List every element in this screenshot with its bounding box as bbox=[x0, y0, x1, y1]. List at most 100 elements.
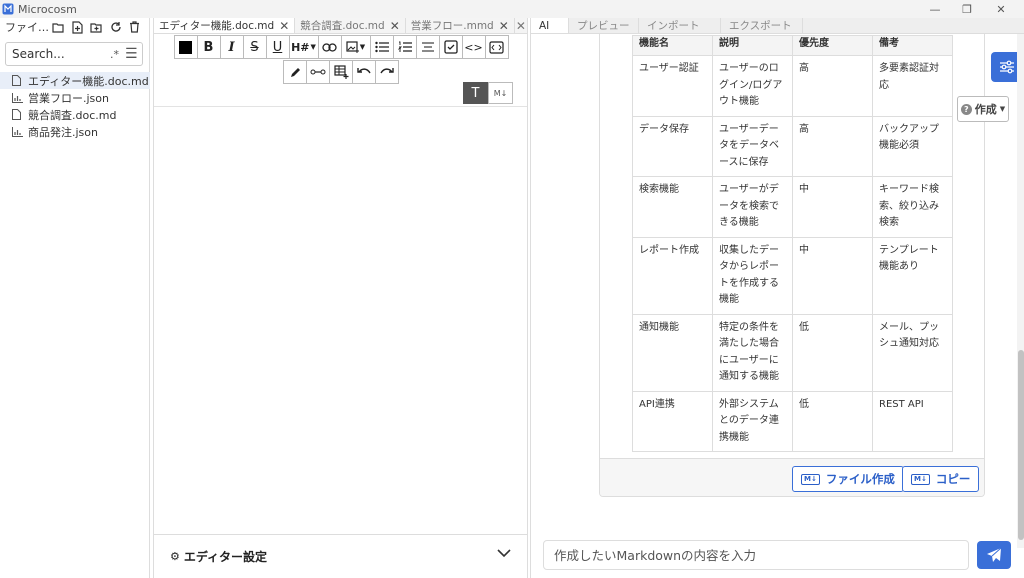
table-cell: 収集したデータからレポートを作成する機能 bbox=[712, 236, 793, 315]
table-cell: 低 bbox=[792, 390, 873, 452]
chat-scrollbar[interactable] bbox=[1017, 34, 1024, 548]
toolbar-row-1: B I S U H# ▼ ▼ <> bbox=[158, 35, 525, 60]
table-cell: 高 bbox=[792, 55, 873, 117]
table-cell: ユーザーデータをデータベースに保存 bbox=[712, 115, 793, 177]
create-file-label: ファイル作成 bbox=[825, 472, 895, 486]
tab-sales-flow[interactable]: 営業フロー.mmd ✕ bbox=[406, 18, 515, 33]
file-name: 競合調査.doc.md bbox=[28, 108, 117, 122]
table-cell: キーワード検索、絞り込み検索 bbox=[872, 176, 953, 238]
minimize-icon[interactable]: — bbox=[920, 0, 950, 18]
close-window-icon[interactable]: ✕ bbox=[986, 0, 1016, 18]
file-item[interactable]: 競合調査.doc.md bbox=[0, 106, 150, 123]
menu-icon[interactable]: ☰ bbox=[125, 46, 138, 62]
chat-input-box bbox=[543, 540, 969, 570]
align-icon bbox=[421, 42, 434, 52]
pen-button[interactable] bbox=[283, 60, 307, 84]
color-swatch-icon bbox=[179, 40, 192, 54]
new-file-icon[interactable] bbox=[68, 18, 87, 36]
tab-label: 競合調査.doc.md bbox=[300, 20, 385, 32]
new-folder-icon[interactable] bbox=[87, 18, 106, 36]
table-cell: 通知機能 bbox=[632, 313, 713, 392]
chart-icon bbox=[12, 126, 24, 138]
close-tab-icon[interactable]: ✕ bbox=[390, 19, 400, 33]
horizontal-rule-button[interactable] bbox=[306, 60, 330, 84]
code-button[interactable]: <> bbox=[461, 35, 486, 59]
close-pane-icon[interactable]: ✕ bbox=[515, 18, 527, 33]
undo-button[interactable] bbox=[352, 60, 376, 84]
close-tab-icon[interactable]: ✕ bbox=[279, 19, 289, 33]
tab-import[interactable]: インポート bbox=[639, 18, 721, 33]
table-icon bbox=[333, 65, 348, 79]
italic-button[interactable]: I bbox=[219, 35, 244, 59]
refresh-icon[interactable] bbox=[106, 18, 125, 36]
file-item[interactable]: 商品発注.json bbox=[0, 123, 150, 140]
tab-export[interactable]: エクスポート bbox=[721, 18, 803, 33]
file-icon bbox=[12, 75, 24, 87]
undo-icon bbox=[357, 68, 371, 74]
table-header: 説明 bbox=[712, 35, 793, 56]
table-row: レポート作成 収集したデータからレポートを作成する機能 中 テンプレート機能あり bbox=[632, 236, 953, 315]
file-item[interactable]: 営業フロー.json bbox=[0, 89, 150, 106]
maximize-icon[interactable]: ❐ bbox=[952, 0, 982, 18]
create-dropdown[interactable]: ? 作成 ▼ bbox=[957, 96, 1009, 122]
checkbox-icon bbox=[443, 40, 458, 54]
tab-editor-doc[interactable]: エディター機能.doc.md ✕ bbox=[154, 18, 296, 33]
text-mode-button[interactable]: T bbox=[463, 82, 488, 104]
color-button[interactable] bbox=[173, 35, 198, 59]
table-cell: 中 bbox=[792, 176, 873, 238]
redo-icon bbox=[380, 68, 394, 74]
caret-down-icon: ▼ bbox=[999, 105, 1006, 113]
bold-button[interactable]: B bbox=[196, 35, 221, 59]
file-name: 商品発注.json bbox=[28, 125, 98, 139]
table-button[interactable] bbox=[329, 60, 353, 84]
file-item[interactable]: エディター機能.doc.md bbox=[0, 72, 150, 89]
align-button[interactable] bbox=[415, 35, 440, 59]
chat-history: 機能名 説明 優先度 備考 ユーザー認証 ユーザーのログイン/ログアウト機能 高… bbox=[531, 34, 1017, 548]
file-name: 営業フロー.json bbox=[28, 91, 109, 105]
table-header: 機能名 bbox=[632, 35, 713, 56]
heading-dropdown[interactable]: H# ▼ bbox=[288, 35, 319, 59]
strikethrough-button[interactable]: S bbox=[242, 35, 267, 59]
copy-button[interactable]: M↓ コピー bbox=[902, 466, 980, 492]
open-folder-icon[interactable] bbox=[49, 18, 68, 36]
create-file-button[interactable]: M↓ ファイル作成 bbox=[792, 466, 904, 492]
checkbox-button[interactable] bbox=[438, 35, 463, 59]
file-list: エディター機能.doc.md 営業フロー.json 競合調査.doc.md 商品… bbox=[0, 72, 150, 140]
editor-text-area[interactable] bbox=[154, 106, 527, 534]
tab-competitor-doc[interactable]: 競合調査.doc.md ✕ bbox=[295, 18, 406, 33]
underline-button[interactable]: U bbox=[265, 35, 290, 59]
scrollbar-thumb[interactable] bbox=[1018, 350, 1024, 540]
table-row: API連携 外部システムとのデータ連携機能 低 REST API bbox=[632, 390, 953, 452]
gears-icon: ⚙ bbox=[170, 550, 180, 563]
code-block-button[interactable] bbox=[484, 35, 509, 59]
table-row: ユーザー認証 ユーザーのログイン/ログアウト機能 高 多要素認証対応 bbox=[632, 55, 953, 117]
numbered-list-icon bbox=[397, 41, 412, 52]
horizontal-rule-icon bbox=[310, 69, 326, 75]
bullet-list-button[interactable] bbox=[369, 35, 394, 59]
trash-icon[interactable] bbox=[125, 18, 144, 36]
tab-preview[interactable]: プレビュー bbox=[569, 18, 639, 33]
close-tab-icon[interactable]: ✕ bbox=[499, 19, 509, 33]
chevron-down-icon bbox=[497, 549, 511, 558]
table-cell: 多要素認証対応 bbox=[872, 55, 953, 117]
send-button[interactable] bbox=[977, 541, 1011, 569]
chat-input[interactable] bbox=[554, 547, 954, 563]
link-button[interactable] bbox=[317, 35, 342, 59]
redo-button[interactable] bbox=[375, 60, 399, 84]
table-row: データ保存 ユーザーデータをデータベースに保存 高 バックアップ機能必須 bbox=[632, 115, 953, 177]
numbered-list-button[interactable] bbox=[392, 35, 417, 59]
tab-ai[interactable]: AI bbox=[531, 18, 569, 33]
window-title: Microcosm bbox=[18, 2, 77, 16]
editor-mode-switch: T M↓ bbox=[463, 82, 513, 104]
table-cell: 高 bbox=[792, 115, 873, 177]
card-actions: M↓ ファイル作成 M↓ コピー bbox=[600, 458, 984, 496]
settings-button[interactable] bbox=[991, 52, 1017, 82]
regex-icon[interactable]: .* bbox=[110, 48, 119, 61]
editor-settings-bar[interactable]: ⚙ エディター設定 bbox=[154, 534, 527, 578]
table-cell: ユーザーのログイン/ログアウト機能 bbox=[712, 55, 793, 117]
tab-label: 営業フロー.mmd bbox=[410, 20, 494, 32]
editor-settings-label: エディター設定 bbox=[183, 550, 268, 564]
image-dropdown[interactable]: ▼ bbox=[340, 35, 371, 59]
markdown-mode-button[interactable]: M↓ bbox=[488, 82, 513, 104]
file-search-input[interactable] bbox=[12, 47, 102, 61]
